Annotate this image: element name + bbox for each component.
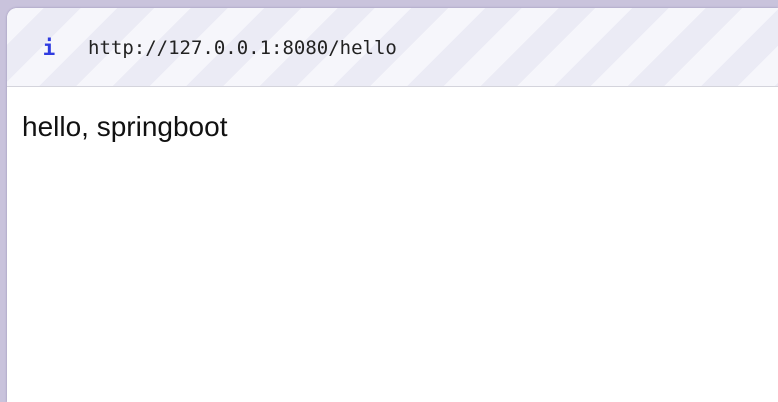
url-text[interactable]: http://127.0.0.1:8080/hello xyxy=(88,35,397,61)
page-body-text: hello, springboot xyxy=(22,111,228,142)
page-content: hello, springboot xyxy=(7,87,778,402)
browser-window: i http://127.0.0.1:8080/hello hello, spr… xyxy=(7,8,778,402)
address-bar[interactable]: i http://127.0.0.1:8080/hello xyxy=(7,8,778,87)
info-icon[interactable]: i xyxy=(41,35,57,61)
